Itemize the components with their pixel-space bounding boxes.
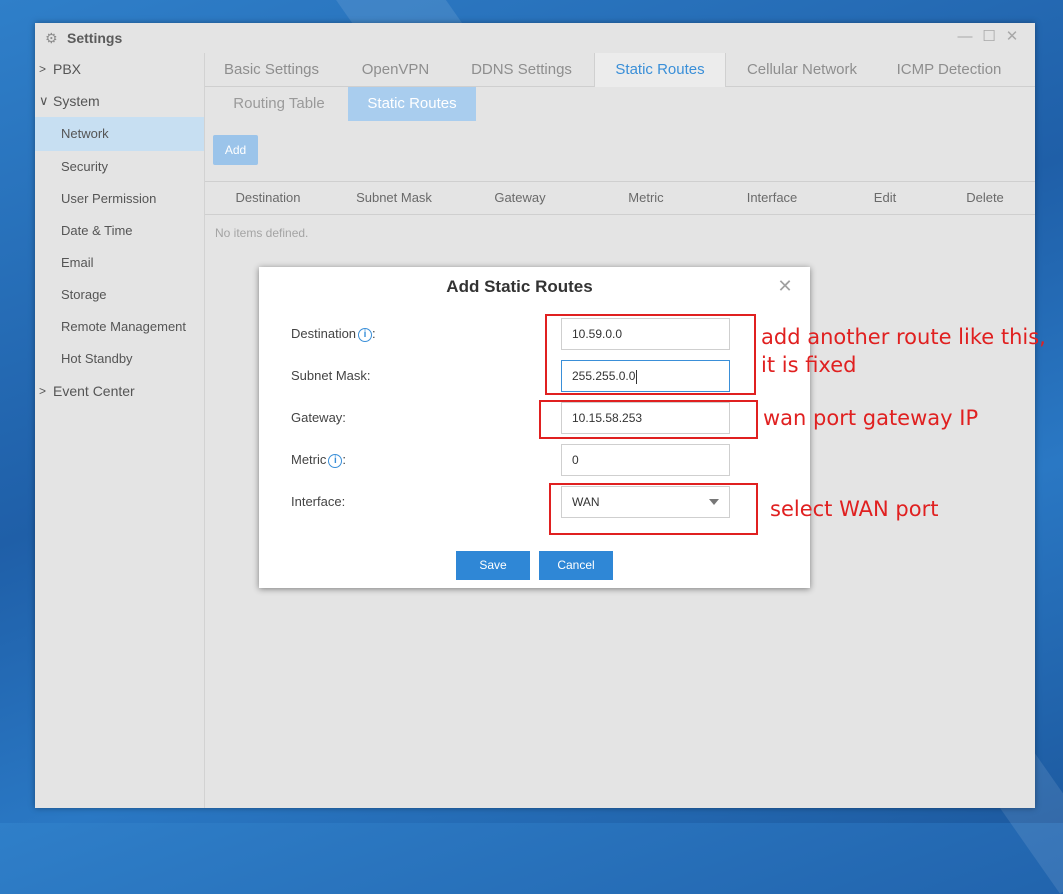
column-header[interactable]: Metric bbox=[583, 182, 709, 214]
annotation-box bbox=[549, 483, 758, 535]
sidebar-item-email[interactable]: Email bbox=[35, 247, 204, 279]
save-button[interactable]: Save bbox=[456, 551, 530, 580]
sidebar-item-label: Hot Standby bbox=[61, 351, 133, 366]
tab-icmp-detection[interactable]: ICMP Detection bbox=[876, 53, 1022, 86]
column-header: Edit bbox=[873, 190, 897, 205]
sidebar-item-system[interactable]: ∨ System bbox=[35, 85, 204, 117]
sidebar-item-label: Event Center bbox=[53, 383, 135, 399]
sidebar-item-label: System bbox=[53, 93, 100, 109]
chevron-down-icon: ∨ bbox=[39, 93, 49, 108]
minimize-icon[interactable]: — bbox=[956, 28, 974, 46]
sidebar: > PBX ∨ System Network Security User Per… bbox=[35, 53, 205, 808]
sidebar-item-label: Network bbox=[61, 126, 109, 141]
sidebar-item-security[interactable]: Security bbox=[35, 151, 204, 183]
column-header[interactable]: Interface bbox=[709, 182, 835, 214]
sidebar-item-user-permission[interactable]: User Permission bbox=[35, 183, 204, 215]
metric-input[interactable]: 0 bbox=[561, 444, 730, 476]
annotation-text: wan port gateway IP bbox=[763, 406, 979, 430]
info-icon[interactable]: i bbox=[358, 328, 373, 342]
table-header: Destination Subnet Mask Gateway Metric I… bbox=[205, 181, 1035, 215]
annotation-text: select WAN port bbox=[770, 497, 939, 521]
close-icon[interactable]: ✕ bbox=[1003, 28, 1021, 46]
subtab-routing-table[interactable]: Routing Table bbox=[213, 87, 345, 121]
annotation-note: add another route like this, it is fixed bbox=[761, 323, 1046, 379]
close-icon[interactable]: ✕ bbox=[775, 276, 795, 296]
sidebar-item-remote-management[interactable]: Remote Management bbox=[35, 311, 204, 343]
gear-icon: ⚙ bbox=[45, 30, 58, 46]
chevron-right-icon: > bbox=[39, 384, 47, 398]
sidebar-item-label: Storage bbox=[61, 287, 107, 302]
metric-label: Metric bbox=[291, 452, 327, 467]
column-header[interactable]: Destination bbox=[205, 182, 331, 214]
window-title: Settings bbox=[67, 30, 123, 46]
cancel-button[interactable]: Cancel bbox=[539, 551, 613, 580]
column-header[interactable]: Gateway bbox=[457, 182, 583, 214]
tab-ddns-settings[interactable]: DDNS Settings bbox=[453, 53, 590, 86]
sidebar-item-label: User Permission bbox=[61, 191, 157, 206]
destination-label-wrap: Destination i: bbox=[291, 326, 376, 342]
subtab-static-routes[interactable]: Static Routes bbox=[348, 87, 476, 121]
tab-basic-settings[interactable]: Basic Settings bbox=[205, 53, 338, 86]
sidebar-item-event-center[interactable]: > Event Center bbox=[35, 375, 204, 407]
empty-table-message: No items defined. bbox=[215, 226, 309, 240]
interface-label: Interface: bbox=[291, 494, 346, 509]
sidebar-item-storage[interactable]: Storage bbox=[35, 279, 204, 311]
maximize-icon[interactable]: ☐ bbox=[980, 28, 998, 46]
tab-openvpn[interactable]: OpenVPN bbox=[338, 53, 453, 86]
tab-static-routes[interactable]: Static Routes bbox=[594, 53, 726, 87]
add-button[interactable]: Add bbox=[213, 135, 258, 165]
sidebar-item-label: Security bbox=[61, 159, 108, 174]
gateway-label: Gateway: bbox=[291, 410, 346, 425]
sidebar-item-label: PBX bbox=[53, 61, 82, 77]
destination-label: Destination bbox=[291, 326, 357, 341]
sidebar-item-pbx[interactable]: > PBX bbox=[35, 53, 204, 85]
dialog-title: Add Static Routes bbox=[446, 277, 593, 296]
tab-bar: Basic Settings OpenVPN DDNS Settings Sta… bbox=[205, 53, 1035, 87]
annotation-box bbox=[545, 314, 756, 395]
sidebar-item-hot-standby[interactable]: Hot Standby bbox=[35, 343, 204, 375]
title-bar: ⚙ Settings — ☐ ✕ bbox=[35, 23, 1035, 53]
chevron-right-icon: > bbox=[39, 62, 47, 76]
column-header: Delete bbox=[966, 190, 1004, 205]
annotation-text: add another route like this, bbox=[761, 325, 1046, 349]
info-icon[interactable]: i bbox=[328, 454, 343, 468]
annotation-text: it is fixed bbox=[761, 353, 857, 377]
sidebar-item-label: Date & Time bbox=[61, 223, 133, 238]
metric-label-wrap: Metric i: bbox=[291, 452, 347, 468]
tab-cellular-network[interactable]: Cellular Network bbox=[728, 53, 876, 86]
sidebar-item-date-time[interactable]: Date & Time bbox=[35, 215, 204, 247]
metric-row: Metric i: 0 bbox=[259, 444, 810, 476]
sidebar-item-label: Remote Management bbox=[61, 319, 187, 334]
sidebar-item-network[interactable]: Network bbox=[35, 117, 204, 151]
subnet-mask-label: Subnet Mask: bbox=[291, 368, 371, 383]
column-header[interactable]: Subnet Mask bbox=[331, 182, 457, 214]
annotation-box bbox=[539, 400, 758, 439]
sidebar-item-label: Email bbox=[61, 255, 94, 270]
